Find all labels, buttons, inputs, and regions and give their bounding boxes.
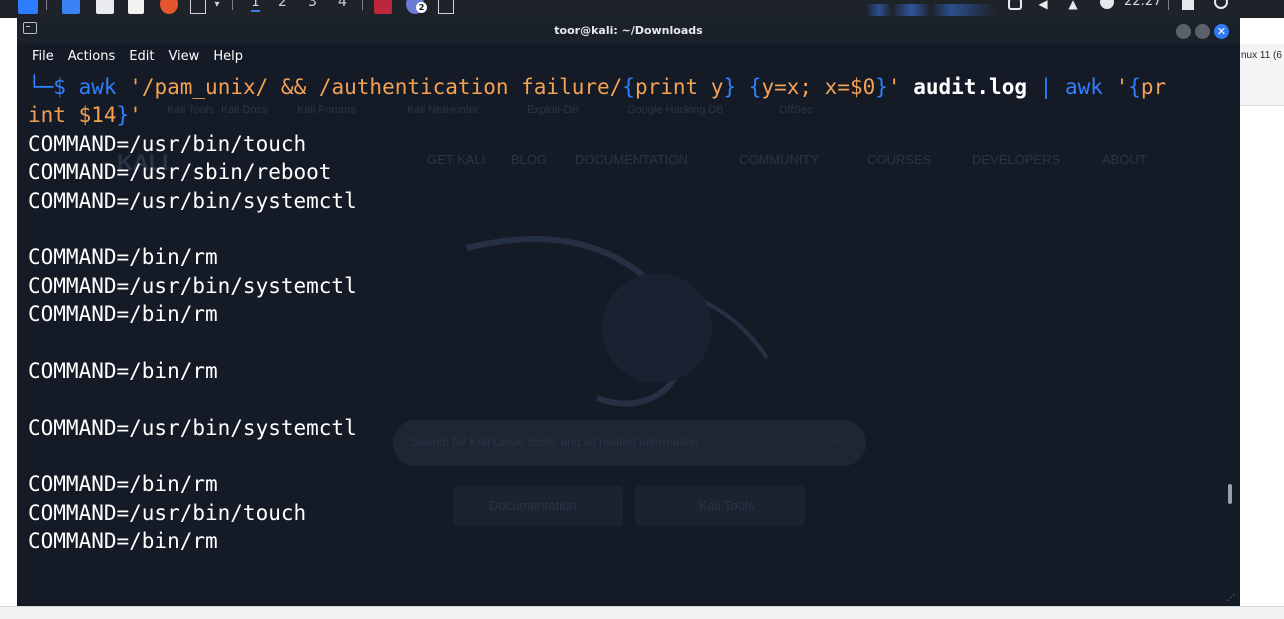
command-awk: awk xyxy=(1064,75,1103,99)
window-icon[interactable] xyxy=(190,0,206,14)
taskbar-separator xyxy=(362,0,363,10)
top-taskbar: ▾ 1 2 3 4 2 ◀ ▲ 22:27 xyxy=(0,0,1284,18)
output-line: COMMAND=/bin/rm xyxy=(28,302,218,327)
awk-quote: ' xyxy=(887,75,901,99)
workspace-4[interactable]: 4 xyxy=(338,0,347,10)
window-icon[interactable] xyxy=(438,0,454,14)
command-line-2: int $14}' xyxy=(28,101,1228,129)
terminal-output[interactable]: └─$ awk '/pam_unix/ && /authentication f… xyxy=(28,73,1228,556)
command-line-1: └─$ awk '/pam_unix/ && /authentication f… xyxy=(28,73,1228,101)
resize-grip-icon[interactable]: ⋰ xyxy=(1227,594,1237,604)
clock[interactable]: 22:27 xyxy=(1124,0,1161,9)
file-manager-icon[interactable] xyxy=(62,0,80,14)
terminal-menubar: File Actions Edit View Help xyxy=(17,47,250,67)
output-line: COMMAND=/usr/bin/systemctl xyxy=(28,415,357,440)
terminal-launcher-icon[interactable] xyxy=(96,0,114,14)
output-line: COMMAND=/bin/rm xyxy=(28,529,218,554)
awk-action: y=x; x=$0 xyxy=(761,75,876,99)
output-line: COMMAND=/bin/rm xyxy=(28,472,218,497)
terminal-scrollbar[interactable] xyxy=(1228,484,1232,504)
output-line: COMMAND=/usr/bin/touch xyxy=(28,500,307,525)
pdf-app-icon[interactable] xyxy=(374,0,392,14)
terminal-window[interactable]: Kali Linux Kali Tools Kali Docs Kali For… xyxy=(17,18,1240,606)
awk-brace: } xyxy=(723,75,737,99)
awk-action: pr xyxy=(1140,75,1167,99)
output-line: COMMAND=/usr/bin/systemctl xyxy=(28,273,357,298)
awk-pattern: '/pam_unix/ && /authentication failure/ xyxy=(129,75,623,99)
power-status-icon[interactable] xyxy=(1100,0,1114,9)
minimize-button[interactable] xyxy=(1176,24,1191,39)
awk-quote: ' xyxy=(1115,75,1129,99)
chevron-down-icon[interactable]: ▾ xyxy=(212,0,222,14)
kali-menu-icon[interactable] xyxy=(18,0,38,14)
awk-action: print y xyxy=(634,75,724,99)
awk-quote: ' xyxy=(129,103,142,128)
taskbar-separator xyxy=(1168,0,1169,10)
workspace-3[interactable]: 3 xyxy=(308,0,317,10)
notification-badge: 2 xyxy=(416,2,427,13)
browser-status-strip xyxy=(0,606,1284,619)
command-awk: awk xyxy=(78,75,117,99)
maximize-button[interactable] xyxy=(1195,24,1210,39)
output-line: COMMAND=/bin/rm xyxy=(28,358,218,383)
lock-icon[interactable] xyxy=(1182,0,1194,10)
taskbar-separator xyxy=(46,0,47,10)
close-button[interactable]: ✕ xyxy=(1214,24,1229,39)
awk-brace: { xyxy=(748,75,762,99)
awk-brace: } xyxy=(116,103,130,128)
output-line: COMMAND=/bin/rm xyxy=(28,245,218,270)
menu-file[interactable]: File xyxy=(17,47,61,67)
awk-action: int $14 xyxy=(28,103,117,128)
clipboard-icon[interactable] xyxy=(1008,0,1022,10)
browser-tab-label[interactable]: nux 11 (6 xyxy=(1241,50,1282,61)
network-graph xyxy=(866,4,996,16)
menu-edit[interactable]: Edit xyxy=(122,47,161,67)
prompt-prefix: └─ xyxy=(28,75,54,99)
awk-brace: { xyxy=(1128,75,1141,99)
pipe-symbol: | xyxy=(1039,75,1053,99)
awk-brace: { xyxy=(622,75,635,99)
output-line: COMMAND=/usr/bin/systemctl xyxy=(28,188,357,213)
window-title: toor@kali: ~/Downloads xyxy=(554,24,703,37)
text-editor-icon[interactable] xyxy=(128,0,144,14)
output-line: COMMAND=/usr/sbin/reboot xyxy=(28,160,332,185)
workspace-2[interactable]: 2 xyxy=(278,0,287,10)
prompt-symbol: $ xyxy=(53,75,66,99)
awk-brace: } xyxy=(875,75,888,99)
logout-icon[interactable] xyxy=(1214,0,1228,9)
menu-help[interactable]: Help xyxy=(206,47,250,67)
bell-icon[interactable]: ▲ xyxy=(1066,0,1080,14)
log-filename: audit.log xyxy=(913,75,1027,99)
menu-view[interactable]: View xyxy=(161,47,206,67)
volume-icon[interactable]: ◀ xyxy=(1036,0,1050,14)
menu-actions[interactable]: Actions xyxy=(61,47,123,67)
firefox-icon[interactable] xyxy=(160,0,178,14)
output-line: COMMAND=/usr/bin/touch xyxy=(28,131,307,156)
taskbar-separator xyxy=(232,0,233,10)
workspace-1[interactable]: 1 xyxy=(251,0,260,12)
terminal-titlebar[interactable]: toor@kali: ~/Downloads ✕ xyxy=(17,18,1240,44)
